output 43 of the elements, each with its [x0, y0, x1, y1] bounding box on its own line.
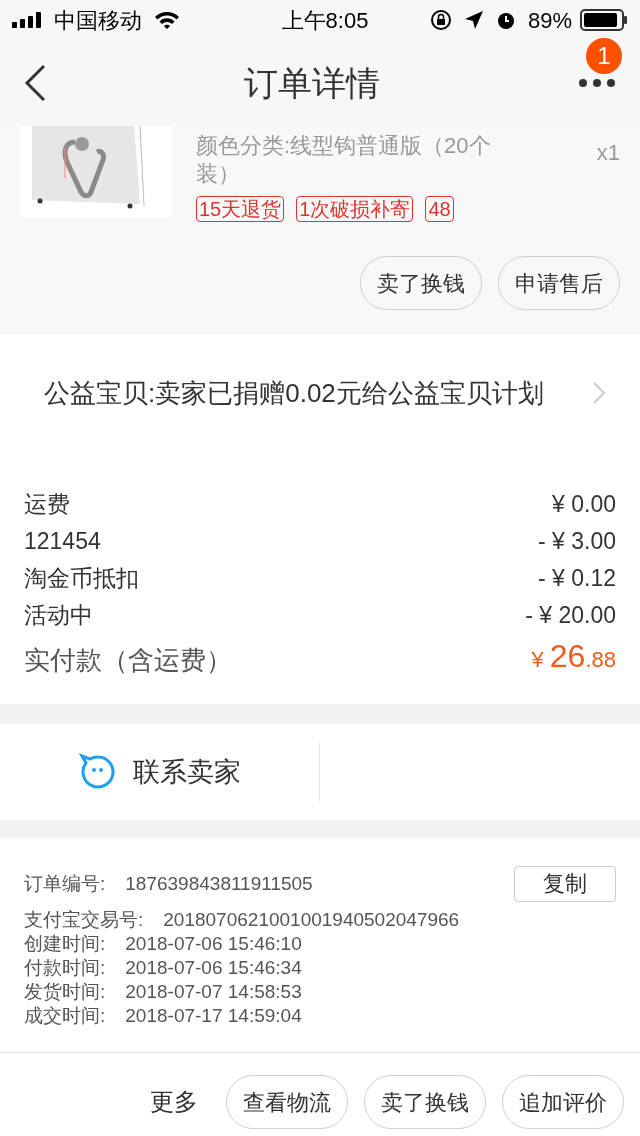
back-icon[interactable]: [24, 64, 46, 102]
info-label: 创建时间:: [24, 932, 106, 956]
location-icon: [463, 10, 484, 30]
total-amount: ¥ 26.88: [531, 637, 616, 676]
total-label: 实付款（含运费）: [24, 644, 232, 677]
fee-value: - ¥ 3.00: [538, 527, 616, 557]
info-label: 支付宝交易号:: [24, 908, 144, 932]
fee-label: 活动中: [24, 601, 93, 631]
service-tag: 15天退货: [196, 196, 285, 222]
fee-value: - ¥ 20.00: [525, 601, 616, 631]
copy-button[interactable]: 复制: [514, 866, 616, 902]
fee-label: 121454: [24, 527, 101, 557]
chat-face-icon: [78, 753, 117, 791]
info-label: 订单编号:: [24, 872, 106, 896]
charity-text: 公益宝贝:卖家已捐赠0.02元给公益宝贝计划: [44, 377, 544, 410]
alarm-icon: [495, 10, 516, 30]
more-icon[interactable]: [578, 78, 616, 88]
page-title: 订单详情: [243, 62, 381, 104]
sku-text: 颜色分类:线型钩普通版（20个装）: [196, 132, 492, 188]
service-tag: 48: [425, 196, 454, 222]
info-value: 2018-07-17 14:59:04: [125, 1004, 302, 1028]
info-value: 2018-07-06 15:46:10: [125, 932, 302, 956]
quantity: x1: [596, 139, 620, 167]
battery-icon: [580, 9, 628, 31]
carrier-name: 中国移动: [54, 6, 142, 35]
info-label: 成交时间:: [24, 1004, 106, 1028]
notification-badge: 1: [586, 38, 622, 74]
fee-value: - ¥ 0.12: [538, 564, 616, 594]
info-value: 2018-07-07 14:58:53: [125, 980, 302, 1004]
info-value: 187639843811911505: [125, 872, 313, 896]
rotation-lock-icon: [429, 9, 452, 31]
service-tag: 1次破损补寄: [296, 196, 414, 222]
fee-label: 淘金币抵扣: [24, 564, 139, 594]
info-label: 发货时间:: [24, 980, 106, 1004]
fee-value: ¥ 0.00: [552, 490, 616, 520]
more-link[interactable]: 更多: [150, 1075, 198, 1129]
info-value: 2018070621001001940502047966: [163, 908, 460, 932]
battery-percent: 89%: [527, 6, 572, 35]
info-value: 2018-07-06 15:46:34: [125, 956, 302, 980]
info-label: 付款时间:: [24, 956, 106, 980]
wifi-icon: [154, 10, 180, 30]
fee-label: 运费: [24, 490, 70, 520]
status-time: 上午8:05: [280, 6, 369, 35]
